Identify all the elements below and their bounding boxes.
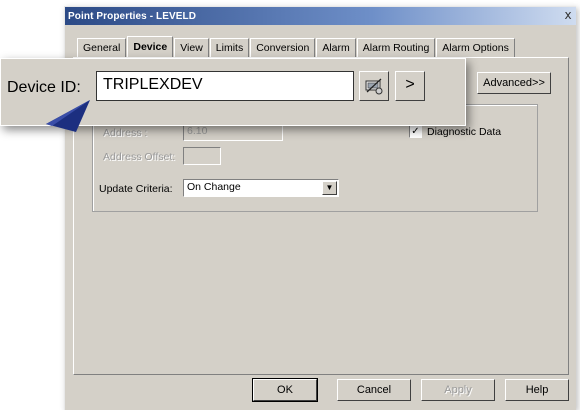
tab-alarm-routing[interactable]: Alarm Routing bbox=[356, 38, 436, 57]
tab-alarm-options[interactable]: Alarm Options bbox=[436, 38, 515, 57]
cancel-button[interactable]: Cancel bbox=[337, 379, 411, 401]
device-next-button[interactable]: > bbox=[395, 71, 425, 101]
window-title: Point Properties - LEVELD bbox=[68, 10, 197, 22]
diagnostic-data-checkbox[interactable]: ✓ bbox=[409, 125, 422, 138]
update-criteria-select[interactable]: On Change ▼ bbox=[183, 179, 339, 197]
device-id-field[interactable]: TRIPLEXDEV bbox=[96, 71, 354, 101]
update-criteria-value: On Change bbox=[187, 181, 241, 193]
close-button[interactable]: x bbox=[560, 8, 576, 22]
tab-limits[interactable]: Limits bbox=[209, 38, 250, 57]
callout-pointer-icon bbox=[46, 100, 90, 132]
device-browse-button[interactable] bbox=[359, 71, 389, 101]
device-browse-icon bbox=[365, 78, 383, 95]
help-button[interactable]: Help bbox=[505, 379, 569, 401]
tab-strip: General Device View Limits Conversion Al… bbox=[77, 35, 516, 58]
tab-alarm[interactable]: Alarm bbox=[316, 38, 356, 57]
advanced-button[interactable]: Advanced>> bbox=[477, 72, 551, 94]
ok-button[interactable]: OK bbox=[252, 378, 318, 402]
tab-general[interactable]: General bbox=[77, 38, 127, 57]
address-label: Address : bbox=[103, 127, 148, 139]
tab-conversion[interactable]: Conversion bbox=[250, 38, 316, 57]
device-id-label: Device ID: bbox=[7, 79, 81, 96]
chevron-down-icon[interactable]: ▼ bbox=[322, 181, 337, 195]
address-offset-field[interactable] bbox=[183, 147, 221, 165]
diagnostic-data-label: Diagnostic Data bbox=[427, 126, 502, 138]
update-criteria-label: Update Criteria: bbox=[99, 183, 173, 195]
tab-device[interactable]: Device bbox=[127, 36, 174, 58]
tab-view[interactable]: View bbox=[174, 38, 209, 57]
title-bar: Point Properties - LEVELD x bbox=[65, 7, 576, 25]
apply-button[interactable]: Apply bbox=[421, 379, 495, 401]
address-offset-label: Address Offset: bbox=[103, 151, 176, 163]
